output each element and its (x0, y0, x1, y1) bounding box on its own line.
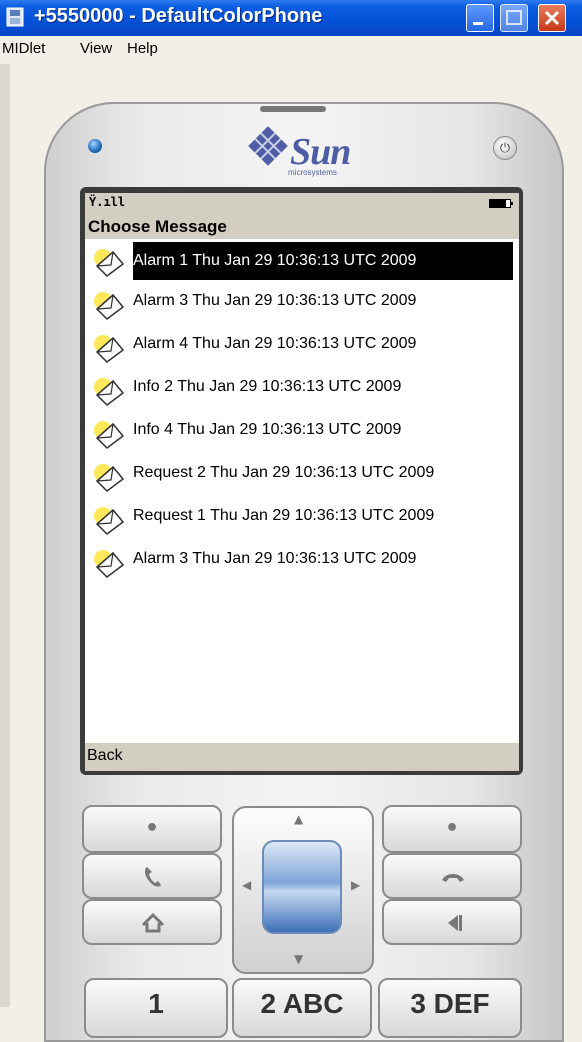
left-soft-key[interactable]: • (82, 805, 222, 853)
power-button[interactable]: ⏻ (493, 136, 517, 160)
envelope-icon (94, 335, 125, 363)
maximize-icon (506, 10, 522, 25)
close-icon (544, 10, 560, 26)
select-key[interactable] (262, 840, 342, 934)
window-left-edge (0, 64, 10, 1007)
list-item[interactable]: Request 2 Thu Jan 29 10:36:13 UTC 2009 (85, 455, 519, 497)
screen-title-bar: Choose Message (85, 213, 519, 239)
back-soft-key[interactable]: Back (87, 747, 123, 765)
left-arrow-icon[interactable]: ◀ (242, 878, 251, 892)
minimize-icon (473, 22, 483, 25)
dot-icon: • (144, 816, 160, 841)
list-item[interactable]: Alarm 4 Thu Jan 29 10:36:13 UTC 2009 (85, 326, 519, 368)
home-icon (141, 912, 165, 933)
menu-view[interactable]: View (80, 40, 112, 57)
envelope-icon (94, 249, 125, 277)
status-bar: Ÿ.ıll (85, 193, 519, 213)
list-item[interactable]: Info 4 Thu Jan 29 10:36:13 UTC 2009 (85, 412, 519, 454)
end-call-key[interactable] (382, 853, 522, 899)
call-key[interactable] (82, 853, 222, 899)
right-arrow-icon[interactable]: ▶ (351, 878, 360, 892)
menu-help[interactable]: Help (127, 40, 158, 57)
key-2[interactable]: 2 ABC (232, 978, 372, 1038)
envelope-icon (94, 550, 125, 578)
screen-title: Choose Message (88, 217, 227, 236)
phone-screen: Ÿ.ıll Choose Message Alarm 1 Thu Jan 29 … (85, 193, 519, 771)
brand-subtitle: microsystems (288, 168, 337, 177)
envelope-icon (94, 378, 125, 406)
key-3-label: 3 DEF (410, 988, 490, 1019)
clear-key[interactable] (382, 899, 522, 945)
message-label: Alarm 3 Thu Jan 29 10:36:13 UTC 2009 (133, 550, 417, 567)
minimize-button[interactable] (466, 4, 494, 32)
key-2-label: 2 ABC (260, 988, 344, 1019)
battery-icon (489, 199, 513, 208)
window-titlebar: +5550000 - DefaultColorPhone (0, 0, 582, 36)
menu-midlet[interactable]: MIDlet (2, 40, 45, 57)
hang-up-icon (442, 874, 464, 882)
phone-app-icon (6, 7, 24, 27)
message-label: Request 1 Thu Jan 29 10:36:13 UTC 2009 (133, 507, 435, 524)
list-item[interactable]: Alarm 3 Thu Jan 29 10:36:13 UTC 2009 (85, 283, 519, 325)
dot-icon: • (444, 816, 460, 841)
key-1[interactable]: 1 (84, 978, 228, 1038)
up-arrow-icon[interactable]: ▲ (294, 812, 303, 826)
status-led-icon (88, 139, 102, 153)
envelope-icon (94, 507, 125, 535)
home-key[interactable] (82, 899, 222, 945)
list-item[interactable]: Request 1 Thu Jan 29 10:36:13 UTC 2009 (85, 498, 519, 540)
back-arrow-icon (448, 915, 462, 931)
message-label: Alarm 3 Thu Jan 29 10:36:13 UTC 2009 (133, 292, 417, 309)
key-1-label: 1 (148, 988, 164, 1019)
soft-key-bar: Back (85, 743, 519, 771)
key-3[interactable]: 3 DEF (378, 978, 522, 1038)
list-item[interactable]: Info 2 Thu Jan 29 10:36:13 UTC 2009 (85, 369, 519, 411)
envelope-icon (94, 421, 125, 449)
envelope-icon (94, 464, 125, 492)
window-title: +5550000 - DefaultColorPhone (34, 5, 323, 27)
message-label: Info 2 Thu Jan 29 10:36:13 UTC 2009 (133, 378, 402, 395)
right-soft-key[interactable]: • (382, 805, 522, 853)
message-label: Alarm 1 Thu Jan 29 10:36:13 UTC 2009 (133, 242, 513, 280)
list-item[interactable]: Alarm 1 Thu Jan 29 10:36:13 UTC 2009 (85, 240, 519, 282)
message-label: Alarm 4 Thu Jan 29 10:36:13 UTC 2009 (133, 335, 417, 352)
maximize-button[interactable] (500, 4, 528, 32)
list-item[interactable]: Alarm 3 Thu Jan 29 10:36:13 UTC 2009 (85, 541, 519, 583)
earpiece (260, 106, 326, 112)
message-label: Request 2 Thu Jan 29 10:36:13 UTC 2009 (133, 464, 435, 481)
close-button[interactable] (538, 4, 566, 32)
message-label: Info 4 Thu Jan 29 10:36:13 UTC 2009 (133, 421, 402, 438)
down-arrow-icon[interactable]: ▼ (294, 952, 303, 966)
signal-strength-icon: Ÿ.ıll (89, 195, 126, 209)
menu-bar: MIDlet View Help (0, 36, 582, 64)
phone-call-icon (144, 867, 161, 887)
power-icon: ⏻ (499, 140, 511, 155)
envelope-icon (94, 292, 125, 320)
